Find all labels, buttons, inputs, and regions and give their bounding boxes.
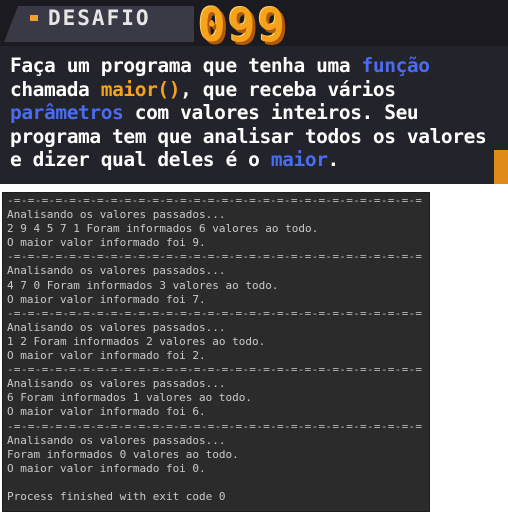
console-line-header: Analisando os valores passados... xyxy=(7,208,226,222)
challenge-number: 099 xyxy=(198,0,288,52)
console-separator: -=-=-=-=-=-=-=-=-=-=-=-=-=-=-=-=-=-=-=-=… xyxy=(7,363,423,377)
console-line-values: 1 2 Foram informados 2 valores ao todo. xyxy=(7,334,266,348)
console-separator: -=-=-=-=-=-=-=-=-=-=-=-=-=-=-=-=-=-=-=-=… xyxy=(7,250,423,264)
console-line-result: O maior valor informado foi 9. xyxy=(7,236,206,250)
challenge-text-part: maior() xyxy=(100,77,181,101)
badge-bullet-icon xyxy=(30,15,38,21)
console-line-values: 6 Foram informados 1 valores ao todo. xyxy=(7,391,253,405)
console-separator: -=-=-=-=-=-=-=-=-=-=-=-=-=-=-=-=-=-=-=-=… xyxy=(7,306,423,320)
console-line-header: Analisando os valores passados... xyxy=(7,320,226,334)
challenge-text-part: maior xyxy=(270,148,328,171)
console-line-values: 2 9 4 5 7 1 Foram informados 6 valores a… xyxy=(7,222,319,236)
banner-edge-decoration xyxy=(494,150,508,184)
console-separator: -=-=-=-=-=-=-=-=-=-=-=-=-=-=-=-=-=-=-=-=… xyxy=(7,194,423,207)
console-exit-message: Process finished with exit code 0 xyxy=(7,489,226,503)
console-line-values: Foram informados 0 valores ao todo. xyxy=(7,447,239,461)
challenge-text-part: função xyxy=(361,54,430,77)
challenge-banner: DESAFIO 099 Faça um programa que tenha u… xyxy=(0,0,508,184)
challenge-text-part: chamada xyxy=(10,77,101,101)
challenge-text-part: parâmetros xyxy=(10,101,124,124)
console-line-result: O maior valor informado foi 6. xyxy=(7,405,206,419)
console-line-result: O maior valor informado foi 0. xyxy=(7,461,206,475)
console-line-header: Analisando os valores passados... xyxy=(7,377,226,391)
challenge-description: Faça um programa que tenha uma função ch… xyxy=(10,54,506,172)
console-line-result: O maior valor informado foi 2. xyxy=(7,349,206,363)
console-line-header: Analisando os valores passados... xyxy=(7,264,226,278)
run-console[interactable]: -=-=-=-=-=-=-=-=-=-=-=-=-=-=-=-=-=-=-=-=… xyxy=(2,192,430,512)
challenge-text-part: . xyxy=(327,148,340,171)
console-separator: -=-=-=-=-=-=-=-=-=-=-=-=-=-=-=-=-=-=-=-=… xyxy=(7,419,423,433)
console-line-values: 4 7 0 Foram informados 3 valores ao todo… xyxy=(7,278,279,292)
console-line-result: O maior valor informado foi 7. xyxy=(7,292,206,306)
console-line-header: Analisando os valores passados... xyxy=(7,433,226,447)
console-output: -=-=-=-=-=-=-=-=-=-=-=-=-=-=-=-=-=-=-=-=… xyxy=(7,194,427,504)
challenge-text-part: Faça um programa que tenha uma xyxy=(10,54,362,77)
challenge-text-part: , que receba vários xyxy=(180,77,396,101)
badge-label: DESAFIO xyxy=(48,6,151,30)
